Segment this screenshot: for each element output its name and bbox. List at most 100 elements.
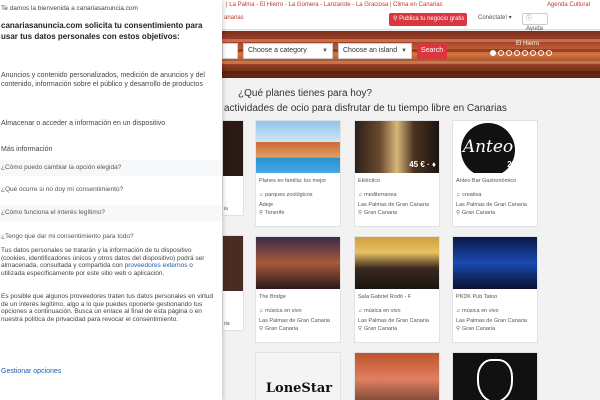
hero-slide-label: El Hierro [516, 41, 540, 47]
nav-canarias-link[interactable]: anarias [224, 15, 244, 21]
category-icon: ♫ [456, 192, 461, 198]
listing-card[interactable]: Planes en familia: los mejor ♫ parques zoo… [255, 120, 341, 227]
manage-options-link[interactable]: Gestionar opciones [1, 368, 61, 375]
card-text: ria [224, 321, 230, 327]
location-pin-icon: ⚲ [456, 210, 461, 216]
connect-dropdown[interactable]: Conéctate! ▾ [478, 14, 512, 21]
search-button[interactable]: Search [417, 43, 447, 59]
publish-business-button[interactable]: ⚲ Publica tu negocio gratis [389, 13, 467, 26]
location-pin-icon: ⚲ [259, 210, 264, 216]
category-icon: ♫ [259, 192, 264, 198]
partial-card[interactable]: ria [222, 235, 244, 331]
partial-card[interactable]: ia [222, 120, 244, 216]
card-category: ♫ música en vivo [358, 308, 401, 314]
card-island: ⚲ Gran Canaria [456, 210, 496, 216]
card-image [256, 121, 340, 173]
card-image [355, 237, 439, 289]
chevron-down-icon: ▼ [401, 48, 407, 54]
card-category: ♫ música en vivo [259, 308, 302, 314]
slide-dot[interactable] [514, 50, 520, 56]
listing-card[interactable]: The Bridge ♫ música en vivo Las Palmas de G… [255, 236, 341, 343]
faq-item[interactable]: ¿Cómo funciona el interés legítimo? [0, 205, 222, 221]
faq-item[interactable]: ¿Tengo que dar mi consentimiento para to… [0, 229, 222, 245]
consent-purposes: Anuncios y contenido personalizados, med… [1, 72, 205, 88]
keyword-input[interactable] [222, 43, 238, 59]
section-subtitle: actividades de ocio para disfrutar de tu… [224, 103, 507, 114]
listing-card[interactable] [354, 352, 440, 400]
card-image [223, 236, 243, 291]
slide-dot[interactable] [530, 50, 536, 56]
help-icon: ⓘ [526, 16, 533, 22]
card-name: Ekléctico [358, 178, 381, 184]
slide-dot[interactable] [538, 50, 544, 56]
consent-heading: canariasanuncia.com solicita tu consenti… [1, 21, 203, 41]
listing-card[interactable]: Anteo 25 € · ♦ Anteo Bar Gastronómico ♫ crea… [452, 120, 538, 227]
card-city: Las Palmas de Gran Canaria [358, 318, 429, 324]
slide-dot[interactable] [522, 50, 528, 56]
faq-item[interactable]: ¿Cómo puedo cambiar la opción elegida? [0, 160, 222, 176]
category-icon: ♫ [259, 308, 264, 314]
listing-card[interactable]: 45 € · ♦ Ekléctico ♫ mediterranea Las Palmas… [354, 120, 440, 227]
card-island: ⚲ Tenerife [259, 210, 285, 216]
slide-dot[interactable] [490, 50, 496, 56]
card-image: Anteo 25 € · ♦ [453, 121, 537, 173]
consent-panel: Te damos la bienvenida a canariasanuncia… [0, 0, 222, 400]
faq-item[interactable]: ¿Qué ocurre si no doy mi consentimiento? [0, 182, 222, 198]
card-name: Planes en familia: los mejor [259, 178, 327, 184]
card-category: ♫ creativa [456, 192, 482, 198]
island-select-label: Choose an island [343, 47, 398, 54]
card-image [453, 237, 537, 289]
section-title: ¿Qué planes tienes para hoy? [238, 88, 372, 99]
publish-label: Publica tu negocio gratis [399, 16, 465, 22]
card-image: LoneStar [256, 353, 340, 400]
category-icon: ♫ [358, 192, 363, 198]
card-name: The Bridge [259, 294, 286, 300]
card-island: ⚲ Gran Canaria [259, 326, 299, 332]
listing-card[interactable]: LoneStar [255, 352, 341, 400]
listing-card[interactable] [452, 352, 538, 400]
card-name: PKDK Pub Tatoo [456, 294, 498, 300]
wolf-logo-icon [477, 359, 513, 400]
consent-device-purpose: Almacenar o acceder a información en un … [1, 120, 166, 127]
island-links[interactable]: | La Palma - El Hierro - La Gomera - Lan… [226, 0, 443, 10]
category-select[interactable]: Choose a category ▼ [243, 43, 333, 59]
card-image [223, 121, 243, 176]
price-badge: 25 € · ♦ [507, 160, 534, 169]
card-island: ⚲ Gran Canaria [358, 210, 398, 216]
card-name: Sala Gabriel Rodó - F [358, 294, 412, 300]
card-text: ia [224, 206, 228, 212]
slide-dots [490, 50, 552, 56]
card-image: 45 € · ♦ [355, 121, 439, 173]
lone-star-logo: LoneStar [265, 381, 333, 396]
location-pin-icon: ⚲ [456, 326, 461, 332]
card-category: ♫ mediterranea [358, 192, 397, 198]
slide-dot[interactable] [546, 50, 552, 56]
category-select-label: Choose a category [248, 47, 307, 54]
vendors-link[interactable]: proveedores externos [125, 262, 188, 269]
card-city: Las Palmas de Gran Canaria [358, 202, 429, 208]
card-image [256, 237, 340, 289]
category-icon: ♫ [358, 308, 363, 314]
help-button[interactable]: ⓘ Ayuda [522, 13, 548, 32]
slide-dot[interactable] [506, 50, 512, 56]
slide-dot[interactable] [498, 50, 504, 56]
card-city: Las Palmas de Gran Canaria [259, 318, 330, 324]
listing-card[interactable]: PKDK Pub Tatoo ♫ música en vivo Las Palmas … [452, 236, 538, 343]
agenda-cultural-link[interactable]: Agenda Cultural [547, 0, 590, 10]
location-pin-icon: ⚲ [259, 326, 264, 332]
location-pin-icon: ⚲ [358, 210, 363, 216]
card-image [355, 353, 439, 400]
island-select[interactable]: Choose an island ▼ [338, 43, 412, 59]
location-pin-icon: ⚲ [358, 326, 363, 332]
data-processing-text: Tus datos personales se tratarán y la in… [1, 247, 215, 277]
more-info-heading: Más información [1, 146, 53, 153]
legitimate-interest-text: Es posible que algunos proveedores trate… [1, 293, 214, 323]
chevron-down-icon: ▼ [322, 48, 328, 54]
card-island: ⚲ Gran Canaria [456, 326, 496, 332]
card-island: ⚲ Gran Canaria [358, 326, 398, 332]
listing-card[interactable]: Sala Gabriel Rodó - F ♫ música en vivo Las … [354, 236, 440, 343]
card-city: Las Palmas de Gran Canaria [456, 202, 527, 208]
card-city: Adeje [259, 202, 274, 208]
card-city: Las Palmas de Gran Canaria [456, 318, 527, 324]
card-category: ♫ parques zoológicos [259, 192, 313, 198]
